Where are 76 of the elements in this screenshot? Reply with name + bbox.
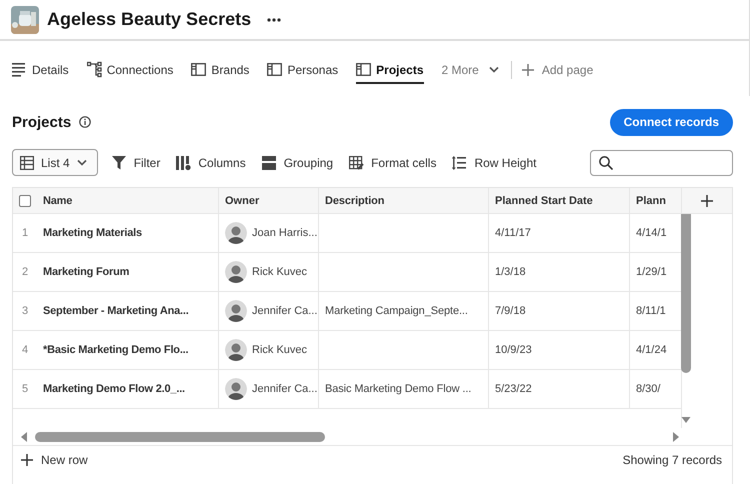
- table-cell: 10/9/23: [495, 344, 532, 356]
- section-title: Projects: [12, 114, 72, 130]
- format-cells-icon: [349, 154, 364, 170]
- more-tabs-button[interactable]: 2 More: [442, 56, 499, 82]
- columns-icon: [176, 154, 192, 170]
- plus-icon: [522, 64, 534, 76]
- table-cell: 1/3/18: [495, 266, 526, 278]
- search-field[interactable]: [590, 150, 733, 176]
- table-cell: Jennifer Ca...: [252, 383, 318, 395]
- page-icon: [356, 61, 372, 78]
- more-icon[interactable]: [267, 18, 282, 22]
- table-cell: Jennifer Ca...: [252, 305, 318, 317]
- connections-icon: [86, 61, 102, 78]
- table-cell: Joan Harris...: [252, 227, 318, 239]
- table-cell: Marketing Demo Flow 2.0_...: [43, 383, 185, 395]
- toolbar-button[interactable]: Row Height: [452, 154, 536, 170]
- page-icon: [191, 61, 206, 78]
- table-cell: Marketing Materials: [43, 227, 142, 239]
- page-icon: [267, 61, 282, 78]
- table-cell: 4/14/1: [636, 227, 667, 239]
- avatar-icon: [225, 300, 247, 322]
- view-selector[interactable]: List 4: [12, 149, 98, 176]
- toolbar-button[interactable]: Columns: [176, 154, 246, 170]
- table-cell: 1/29/1: [636, 266, 667, 278]
- list-icon: [12, 61, 27, 78]
- table-cell: September - Marketing Ana...: [43, 305, 189, 317]
- avatar-icon: [225, 222, 247, 244]
- column-header[interactable]: Name: [37, 188, 219, 213]
- table-cell: Marketing Campaign_Septe...: [325, 305, 468, 317]
- plus-icon: [21, 454, 33, 466]
- record-title: Ageless Beauty Secrets: [47, 9, 252, 30]
- record-count: Showing 7 records: [622, 453, 722, 467]
- table-icon: [20, 156, 34, 170]
- tab[interactable]: Projects: [356, 55, 424, 84]
- add-page-button[interactable]: Add page: [522, 56, 594, 82]
- search-icon: [599, 156, 613, 170]
- checkbox[interactable]: [19, 194, 31, 206]
- chevron-icon: [76, 159, 87, 166]
- avatar-icon: [225, 339, 247, 361]
- row-number: 1: [20, 226, 30, 241]
- table-cell: 7/9/18: [495, 305, 526, 317]
- row-number: 2: [20, 265, 30, 280]
- toolbar-button[interactable]: Grouping: [262, 154, 334, 170]
- column-header[interactable]: Owner: [219, 188, 319, 213]
- row-number: 4: [20, 343, 30, 358]
- info-icon[interactable]: [79, 116, 92, 128]
- table-cell: 4/1/24: [636, 344, 667, 356]
- row-number: 3: [20, 304, 30, 319]
- table-cell: Rick Kuvec: [252, 344, 308, 356]
- table-cell: 4/11/17: [495, 227, 531, 239]
- column-header[interactable]: Planned Start Date: [489, 188, 630, 213]
- avatar-icon: [225, 378, 247, 400]
- tab[interactable]: Details: [12, 55, 69, 84]
- new-row-button[interactable]: New row: [21, 453, 88, 467]
- connect-records-button[interactable]: Connect records: [610, 108, 733, 136]
- column-header[interactable]: Description: [319, 188, 489, 213]
- chevron-icon: [488, 66, 499, 73]
- table-cell: 8/11/1: [636, 305, 666, 317]
- table-cell: 8/30/: [636, 383, 660, 395]
- toolbar-button[interactable]: Format cells: [349, 154, 436, 170]
- table-cell: Marketing Forum: [43, 266, 130, 278]
- row-height-icon: [452, 154, 468, 170]
- table-cell: 5/23/22: [495, 383, 532, 395]
- filter-icon: [112, 154, 127, 170]
- tab[interactable]: Connections: [86, 55, 174, 84]
- table-cell: Basic Marketing Demo Flow ...: [325, 383, 472, 395]
- toolbar-button[interactable]: Filter: [112, 154, 160, 170]
- table-cell: Rick Kuvec: [252, 266, 308, 278]
- add-column-icon[interactable]: [701, 194, 713, 206]
- table-cell: *Basic Marketing Demo Flo...: [43, 344, 188, 356]
- column-header[interactable]: Plann: [630, 188, 670, 213]
- tab[interactable]: Brands: [191, 55, 250, 84]
- grouping-icon: [262, 154, 277, 170]
- tab[interactable]: Personas: [267, 55, 338, 84]
- row-number: 5: [20, 382, 30, 397]
- avatar-icon: [225, 261, 247, 283]
